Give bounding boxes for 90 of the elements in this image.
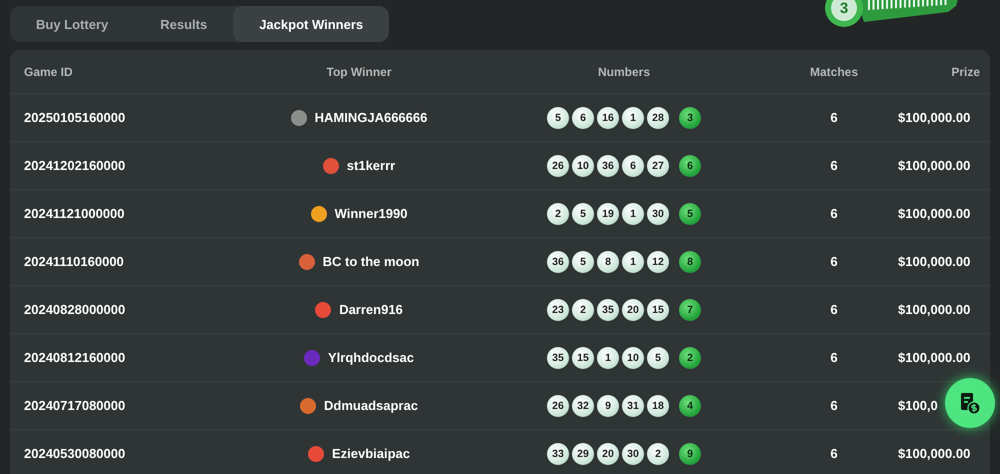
winner-name: HAMINGJA666666 — [314, 110, 428, 125]
number-ball: 19 — [597, 202, 619, 224]
winner-name: Ddmuadsaprac — [324, 398, 418, 413]
game-id: 20241110160000 — [24, 254, 124, 268]
number-ball: 1 — [622, 202, 644, 224]
prize: $100,000.00 — [898, 350, 970, 364]
column-header: Matches — [810, 64, 858, 78]
number-ball: 5 — [572, 202, 594, 224]
number-ball: 1 — [597, 346, 619, 368]
number-ball: 1 — [622, 106, 644, 128]
bonus-ball: 6 — [679, 154, 701, 176]
number-ball: 6 — [622, 154, 644, 176]
column-header: Prize — [951, 64, 980, 78]
number-ball: 1 — [622, 250, 644, 272]
game-id: 20240828000000 — [24, 302, 126, 316]
number-ball: 15 — [647, 298, 669, 320]
number-ball: 18 — [647, 394, 669, 416]
column-header: Top Winner — [326, 64, 392, 78]
number-ball: 15 — [572, 346, 594, 368]
bonus-ball: 5 — [679, 202, 701, 224]
column-header: Numbers — [598, 64, 650, 78]
number-ball: 12 — [647, 250, 669, 272]
number-ball: 8 — [597, 250, 619, 272]
matches: 6 — [830, 302, 838, 316]
bonus-ball: 8 — [679, 250, 701, 272]
prize: $100,0 — [898, 398, 938, 412]
matches: 6 — [830, 350, 838, 364]
winner-name: Darren916 — [339, 302, 403, 317]
matches: 6 — [830, 110, 838, 124]
tab[interactable]: Buy Lottery — [10, 6, 134, 42]
number-ball: 30 — [647, 202, 669, 224]
number-ball: 32 — [572, 394, 594, 416]
number-ball: 27 — [647, 154, 669, 176]
prize: $100,000.00 — [898, 446, 970, 460]
bonus-ball: 2 — [679, 346, 701, 368]
tab[interactable]: Jackpot Winners — [233, 6, 390, 42]
number-ball: 33 — [547, 442, 569, 464]
matches: 6 — [830, 158, 838, 172]
number-ball: 10 — [622, 346, 644, 368]
lottery-ticket-drawing: 3 — [824, 0, 964, 40]
number-ball: 26 — [547, 394, 569, 416]
matches: 6 — [830, 254, 838, 268]
matches: 6 — [830, 398, 838, 412]
number-ball: 29 — [572, 442, 594, 464]
number-ball: 28 — [647, 106, 669, 128]
prize: $100,000.00 — [898, 302, 970, 316]
number-ball: 5 — [572, 250, 594, 272]
receipt-dollar-icon — [958, 391, 982, 415]
number-ball: 9 — [597, 394, 619, 416]
number-ball: 35 — [547, 346, 569, 368]
bonus-ball: 3 — [679, 106, 701, 128]
winner-name: Winner1990 — [334, 206, 408, 221]
tab[interactable]: Results — [134, 6, 234, 42]
game-id: 20250105160000 — [24, 110, 126, 124]
number-ball: 26 — [547, 154, 569, 176]
bonus-ball: 4 — [679, 394, 701, 416]
number-ball: 36 — [597, 154, 619, 176]
number-ball: 10 — [572, 154, 594, 176]
winner-name: BC to the moon — [322, 254, 420, 269]
winner-name: Ezievbiaipac — [332, 446, 410, 461]
game-id: 20240530080000 — [24, 446, 126, 460]
number-ball: 16 — [597, 106, 619, 128]
column-header: Game ID — [24, 64, 73, 78]
winner-name: st1kerrr — [346, 158, 396, 173]
prize: $100,000.00 — [898, 158, 970, 172]
number-ball: 31 — [622, 394, 644, 416]
number-ball: 6 — [572, 106, 594, 128]
number-ball: 2 — [572, 298, 594, 320]
number-ball: 36 — [547, 250, 569, 272]
number-ball: 23 — [547, 298, 569, 320]
number-ball: 2 — [647, 442, 669, 464]
prize: $100,000.00 — [898, 206, 970, 220]
number-ball: 5 — [547, 106, 569, 128]
number-ball: 2 — [547, 202, 569, 224]
game-id: 20240812160000 — [24, 350, 126, 364]
number-ball: 35 — [597, 298, 619, 320]
game-id: 20240717080000 — [24, 398, 126, 412]
game-id: 20241202160000 — [24, 158, 126, 172]
number-ball: 5 — [647, 346, 669, 368]
bonus-ball: 9 — [679, 442, 701, 464]
winner-name: Ylrqhdocdsac — [328, 350, 414, 365]
prize: $100,000.00 — [898, 254, 970, 268]
number-ball: 20 — [622, 298, 644, 320]
number-ball: 20 — [597, 442, 619, 464]
matches: 6 — [830, 206, 838, 220]
bonus-ball: 7 — [679, 298, 701, 320]
number-ball: 30 — [622, 442, 644, 464]
matches: 6 — [830, 446, 838, 460]
prize: $100,000.00 — [898, 110, 970, 124]
game-id: 20241121000000 — [24, 206, 125, 220]
